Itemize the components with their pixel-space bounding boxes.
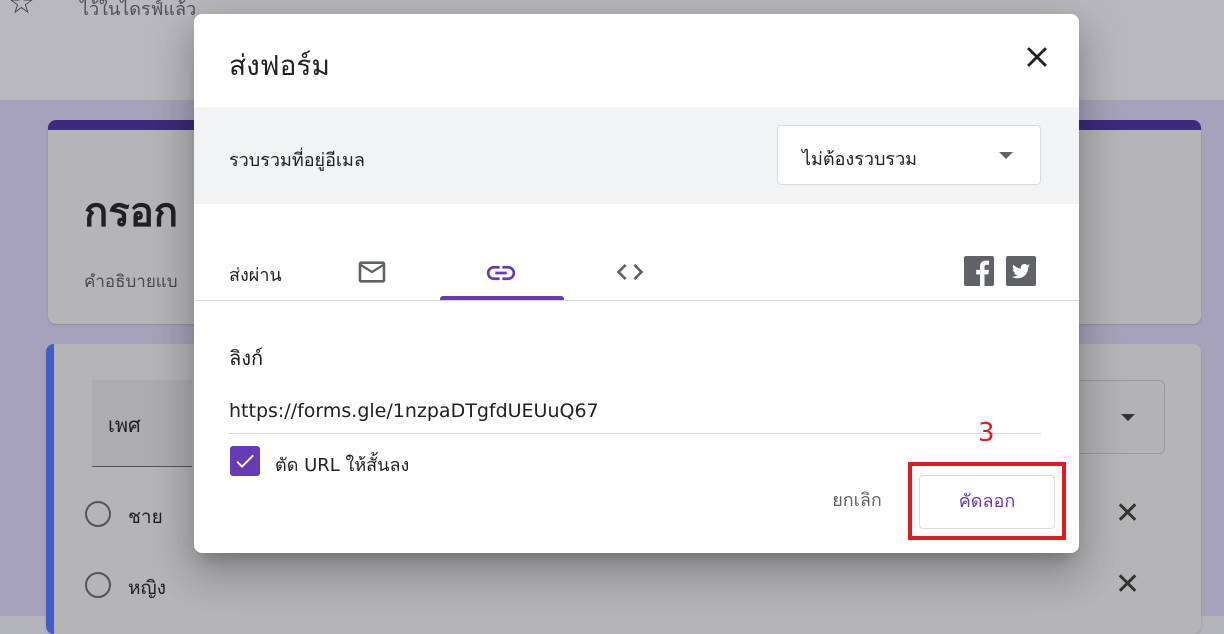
form-link-url[interactable]: https://forms.gle/1nzpaDTgfdUEUuQ67 [229, 400, 599, 422]
dialog-title: ส่งฟอร์ม [229, 49, 330, 82]
radio-option-1 [85, 501, 111, 527]
send-via-label: ส่งผ่าน [229, 265, 282, 286]
remove-option-2-icon: ✕ [1115, 567, 1141, 602]
collect-email-section: รวบรวมที่อยู่อีเมล ไม่ต้องรวบรวม [194, 107, 1079, 204]
option-label-2: หญิง [128, 577, 166, 599]
share-twitter-button[interactable] [1006, 256, 1036, 286]
cancel-button[interactable]: ยกเลิก [807, 475, 907, 527]
tab-email[interactable] [346, 244, 446, 300]
tab-link[interactable] [440, 244, 564, 300]
option-label-1: ชาย [128, 506, 163, 528]
star-icon: ☆ [8, 0, 35, 21]
close-button[interactable] [1020, 40, 1054, 74]
code-icon [616, 264, 644, 280]
collect-email-value: ไม่ต้องรวบรวม [802, 149, 918, 170]
shorten-url-label[interactable]: ตัด URL ให้สั้นลง [275, 450, 409, 479]
question-title-field [92, 380, 192, 467]
form-description: คำอธิบายแบ [84, 272, 178, 292]
close-icon [1027, 47, 1047, 67]
collect-email-label: รวบรวมที่อยู่อีเมล [229, 150, 365, 171]
remove-option-1-icon: ✕ [1115, 496, 1141, 531]
link-icon [486, 265, 516, 281]
tabs-divider [194, 300, 1079, 301]
twitter-icon [1006, 256, 1036, 286]
highlight-box-annotation [908, 462, 1066, 540]
shorten-url-checkbox[interactable] [230, 446, 260, 476]
step-number-annotation: 3 [978, 418, 995, 448]
check-icon [236, 454, 254, 468]
facebook-icon [964, 256, 994, 286]
saved-status: ไว้ในไดรฟ์แล้ว [80, 0, 197, 20]
link-field-underline [229, 433, 1041, 434]
tab-embed-html[interactable] [576, 244, 686, 300]
share-facebook-button[interactable] [964, 256, 994, 286]
radio-option-2 [85, 572, 111, 598]
question-title: เพศ [108, 413, 141, 437]
collect-email-select[interactable]: ไม่ต้องรวบรวม [777, 125, 1041, 185]
form-title: กรอก [84, 190, 178, 236]
caret-down-icon [1121, 414, 1135, 421]
mail-icon [358, 261, 386, 283]
link-heading: ลิงก์ [229, 346, 264, 370]
caret-down-icon [999, 152, 1013, 159]
